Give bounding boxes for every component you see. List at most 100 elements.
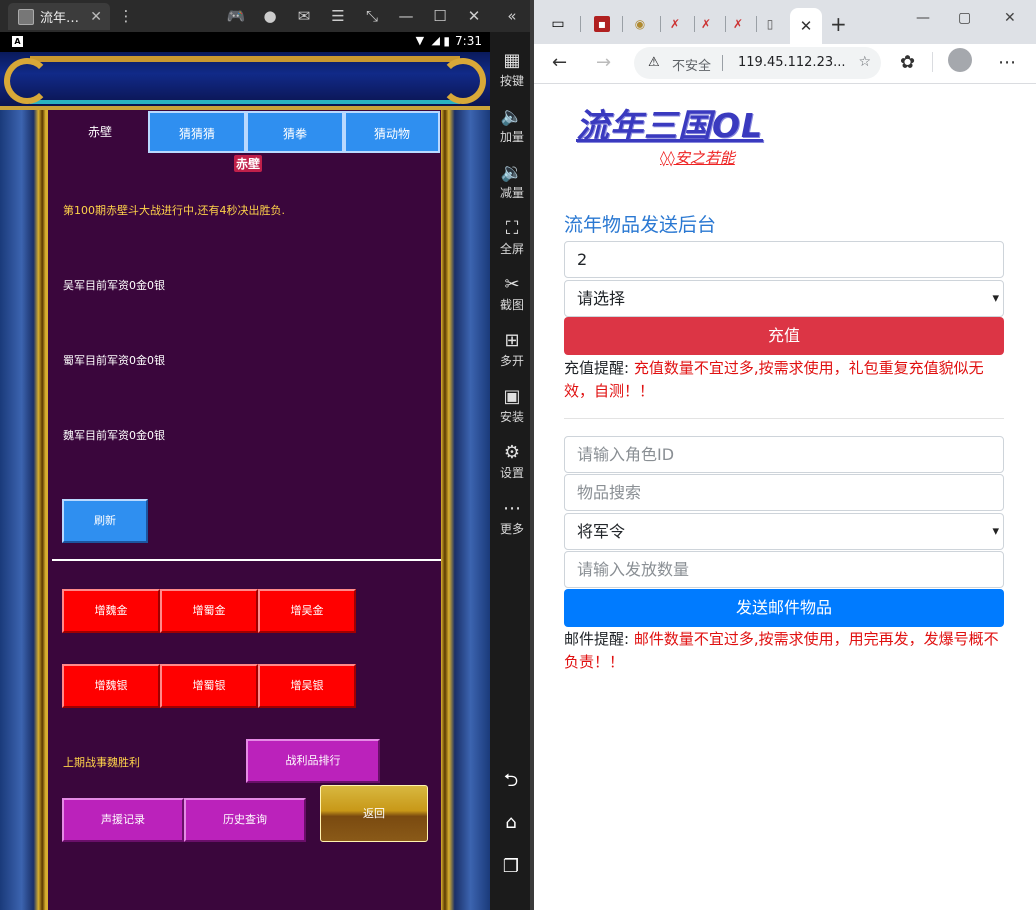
volume-down-icon: 🔉 bbox=[500, 162, 524, 183]
more-icon: ⋯ bbox=[503, 498, 521, 519]
collapse-icon[interactable]: « bbox=[502, 6, 522, 26]
forward-arrow-icon[interactable]: → bbox=[596, 54, 611, 72]
browser-toolbar: ← → ⚠ 不安全 119.45.112.23... ☆ ✿ ⋯ bbox=[534, 44, 1036, 84]
close-icon[interactable]: ✕ bbox=[1004, 10, 1016, 26]
side-screenshot-button[interactable]: ✂ 截图 bbox=[490, 274, 534, 313]
quantity-input[interactable]: 请输入发放数量 bbox=[564, 551, 1004, 588]
add-wei-silver-button[interactable]: 增魏银 bbox=[62, 664, 160, 708]
new-tab-icon[interactable]: + bbox=[830, 14, 847, 34]
tab-separator bbox=[660, 16, 661, 32]
android-back-icon[interactable]: ⮌ bbox=[500, 768, 522, 791]
android-home-icon[interactable]: ⌂ bbox=[500, 812, 522, 833]
side-label: 加量 bbox=[499, 130, 524, 144]
add-wu-silver-button[interactable]: 增吴银 bbox=[258, 664, 356, 708]
pillar-left bbox=[0, 110, 48, 910]
recharge-select[interactable]: 请选择 ▾ bbox=[564, 280, 1004, 317]
side-label: 截图 bbox=[499, 298, 524, 312]
side-label: 安装 bbox=[499, 410, 524, 424]
signal-icon: ▼ ◢ bbox=[415, 34, 442, 47]
android-status-bar: A ▼ ◢ ▮ 7:31 bbox=[0, 32, 490, 52]
recharge-amount-input[interactable]: 2 bbox=[564, 241, 1004, 278]
add-wu-gold-button[interactable]: 增吴金 bbox=[258, 589, 356, 633]
tab-guess[interactable]: 猜猜猜 bbox=[148, 111, 246, 153]
maximize-icon[interactable]: ☐ bbox=[430, 6, 450, 26]
item-select[interactable]: 将军令 ▾ bbox=[564, 513, 1004, 550]
refresh-button[interactable]: 刷新 bbox=[62, 499, 148, 543]
kebab-menu-icon[interactable]: ⋮ bbox=[116, 6, 136, 26]
side-keymap-button[interactable]: ▦ 按键 bbox=[490, 50, 534, 89]
chevron-down-icon: ▾ bbox=[992, 524, 999, 539]
send-mail-item-button[interactable]: 发送邮件物品 bbox=[564, 589, 1004, 627]
emulator-window: 流年… ✕ ⋮ 🎮 ● ✉ ☰ ⤡ — ☐ ✕ « A ▼ ◢ ▮ 7:31 赤… bbox=[0, 0, 530, 910]
side-volume-down-button[interactable]: 🔉 减量 bbox=[490, 162, 534, 201]
swirl-ornament-left bbox=[4, 58, 50, 104]
side-volume-up-button[interactable]: 🔈 加量 bbox=[490, 106, 534, 145]
close-icon[interactable]: ✕ bbox=[464, 6, 484, 26]
close-icon[interactable]: ✕ bbox=[90, 9, 102, 25]
add-shu-gold-button[interactable]: 增蜀金 bbox=[160, 589, 258, 633]
document-icon[interactable]: ▯ bbox=[762, 16, 778, 32]
side-label: 全屏 bbox=[499, 242, 524, 256]
tab-separator bbox=[580, 16, 581, 32]
apk-icon: ▣ bbox=[503, 386, 521, 407]
emulator-titlebar: 流年… ✕ ⋮ 🎮 ● ✉ ☰ ⤡ — ☐ ✕ « bbox=[0, 0, 530, 32]
warning-icon: ⚠ bbox=[648, 55, 660, 70]
back-arrow-icon[interactable]: ← bbox=[552, 54, 567, 72]
favicon-icon[interactable]: ✗ bbox=[667, 16, 683, 32]
star-icon[interactable]: ☆ bbox=[858, 54, 871, 70]
address-separator bbox=[722, 55, 723, 71]
tab-separator bbox=[622, 16, 623, 32]
item-select-value: 将军令 bbox=[577, 522, 626, 541]
role-id-input[interactable]: 请输入角色ID bbox=[564, 436, 1004, 473]
recharge-button[interactable]: 充值 bbox=[564, 317, 1004, 355]
minimize-icon[interactable]: — bbox=[916, 10, 930, 26]
shu-funds: 蜀军目前军资0金0银 bbox=[63, 354, 165, 367]
profile-avatar[interactable] bbox=[948, 48, 972, 72]
side-fullscreen-button[interactable]: ⛶ 全屏 bbox=[490, 218, 534, 257]
pillar-right bbox=[441, 110, 490, 910]
android-recent-icon[interactable]: ❐ bbox=[500, 856, 522, 877]
emulator-tab[interactable]: 流年… ✕ bbox=[8, 3, 110, 30]
volume-up-icon: 🔈 bbox=[500, 106, 524, 127]
resize-icon[interactable]: ⤡ bbox=[362, 6, 382, 26]
tab-separator bbox=[756, 16, 757, 32]
tab-rock-paper-scissors[interactable]: 猜拳 bbox=[246, 111, 344, 153]
side-install-apk-button[interactable]: ▣ 安装 bbox=[490, 386, 534, 425]
more-menu-icon[interactable]: ⋯ bbox=[998, 54, 1016, 72]
address-bar[interactable]: ⚠ 不安全 119.45.112.23... ☆ bbox=[634, 47, 881, 79]
account-icon[interactable]: ● bbox=[260, 6, 280, 26]
tab-actions-icon[interactable]: ▭ bbox=[550, 16, 566, 32]
extensions-icon[interactable]: ✿ bbox=[900, 54, 915, 72]
minimize-icon[interactable]: — bbox=[396, 6, 416, 26]
add-wei-gold-button[interactable]: 增魏金 bbox=[62, 589, 160, 633]
side-settings-button[interactable]: ⚙ 设置 bbox=[490, 442, 534, 481]
browser-window: ▭ ▪ ◉ ✗ ✗ ✗ ▯ ✕ + — ▢ ✕ ← → ⚠ 不安全 119.45… bbox=[534, 0, 1036, 910]
side-multi-instance-button[interactable]: ⊞ 多开 bbox=[490, 330, 534, 369]
maximize-icon[interactable]: ▢ bbox=[958, 10, 971, 26]
history-query-button[interactable]: 历史查询 bbox=[184, 798, 306, 842]
menu-icon[interactable]: ☰ bbox=[328, 6, 348, 26]
battle-status: 第100期赤壁斗大战进行中,还有4秒决出胜负. bbox=[63, 204, 285, 217]
tab-guess-animal[interactable]: 猜动物 bbox=[344, 111, 440, 153]
active-tab-close-icon[interactable]: ✕ bbox=[790, 8, 822, 44]
ranking-button[interactable]: 战利品排行 bbox=[246, 739, 380, 783]
gamepad-icon[interactable]: 🎮 bbox=[226, 6, 246, 26]
item-search-input[interactable]: 物品搜索 bbox=[564, 474, 1004, 511]
back-button[interactable]: 返回 bbox=[320, 785, 428, 842]
swirl-ornament-right bbox=[440, 58, 486, 104]
last-result: 上期战事魏胜利 bbox=[63, 756, 140, 769]
mail-icon[interactable]: ✉ bbox=[294, 6, 314, 26]
favicon-icon[interactable]: ▪ bbox=[594, 16, 610, 32]
web-page: 流年三国OL ◊◊安之若能 流年物品发送后台 2 请选择 ▾ 充值 充值提醒: … bbox=[534, 84, 1036, 910]
banner-rail-teal bbox=[30, 100, 460, 104]
tab-chibi[interactable]: 赤壁 bbox=[52, 111, 148, 153]
favicon-icon[interactable]: ✗ bbox=[698, 16, 714, 32]
favicon-icon[interactable]: ✗ bbox=[730, 16, 746, 32]
favicon-icon[interactable]: ◉ bbox=[632, 16, 648, 32]
add-shu-silver-button[interactable]: 增蜀银 bbox=[160, 664, 258, 708]
logo-subtitle[interactable]: ◊◊安之若能 bbox=[660, 147, 735, 168]
side-more-button[interactable]: ⋯ 更多 bbox=[490, 498, 534, 537]
support-record-button[interactable]: 声援记录 bbox=[62, 798, 184, 842]
page-title: 流年物品发送后台 bbox=[564, 214, 717, 236]
scissors-icon: ✂ bbox=[504, 274, 520, 295]
